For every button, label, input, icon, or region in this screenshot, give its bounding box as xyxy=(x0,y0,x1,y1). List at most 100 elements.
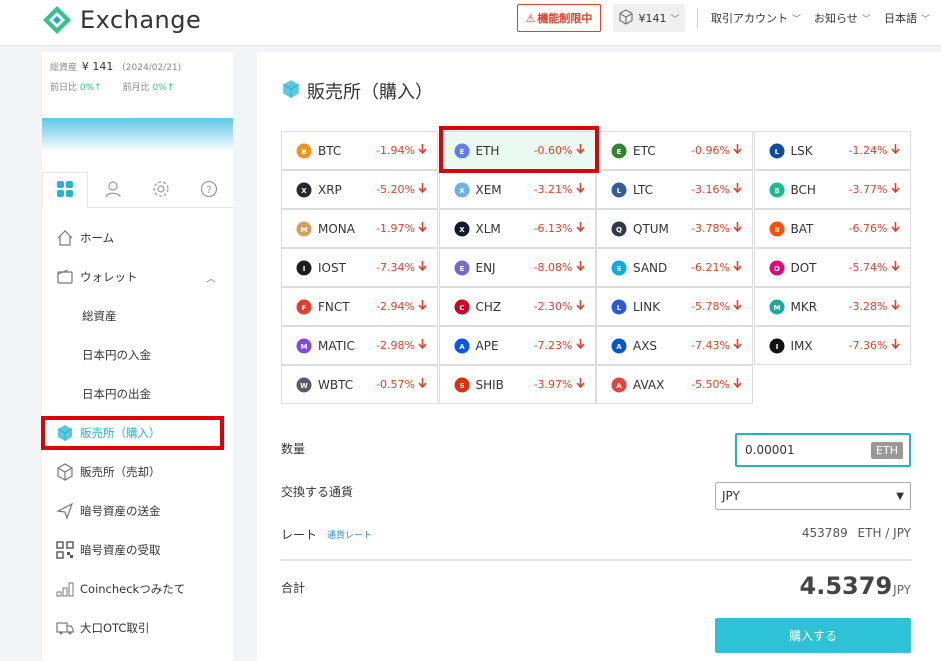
coin-change-value: -3.21% xyxy=(533,183,573,196)
coin-cell-fnct[interactable]: F FNCT -2.94% xyxy=(281,287,438,326)
total-amount: 4.5379 JPY xyxy=(800,572,911,600)
menu-language[interactable]: 日本語 ﹀ xyxy=(884,10,930,26)
btc-icon: B xyxy=(296,143,312,159)
menu-notifications[interactable]: お知らせ ﹀ xyxy=(814,10,871,26)
currency-select[interactable]: JPY ▼ xyxy=(715,482,911,510)
coin-cell-mona[interactable]: M MONA -1.97% xyxy=(281,209,438,248)
day-change-label: 前日比 xyxy=(50,83,78,93)
arrow-down-icon xyxy=(890,222,900,235)
coin-symbol: ENJ xyxy=(475,260,496,275)
tab-settings[interactable] xyxy=(138,172,184,208)
iost-icon: I xyxy=(296,260,312,276)
rate-link[interactable]: 通貨レート xyxy=(327,528,372,541)
coin-cell-xrp[interactable]: X XRP -5.20% xyxy=(281,170,438,209)
coin-change-value: -2.98% xyxy=(376,339,415,352)
ape-icon: A xyxy=(454,338,470,354)
coin-cell-wbtc[interactable]: W WBTC -0.57% xyxy=(281,365,438,404)
arrow-down-icon xyxy=(733,222,742,235)
sand-icon: S xyxy=(611,260,627,276)
top-header: Exchange ⚠ 機能制限中 ¥141 ﹀ 取引アカウント ﹀ お知らせ ﹀… xyxy=(0,0,941,46)
coin-cell-dot[interactable]: D DOT -5.74% xyxy=(753,248,911,287)
coin-cell-mkr[interactable]: M MKR -3.28% xyxy=(753,287,911,326)
restriction-warning-button[interactable]: ⚠ 機能制限中 xyxy=(517,4,601,32)
day-change-value: 0%↑ xyxy=(79,83,102,93)
coin-cell-shib[interactable]: S SHIB -3.97% xyxy=(438,365,596,404)
sidebar-item-crypto-send[interactable]: 暗号資産の送金 xyxy=(42,493,233,529)
qtum-icon: Q xyxy=(611,221,627,237)
sidebar-item-wallet[interactable]: ウォレット ︿ xyxy=(42,259,233,295)
coin-symbol: FNCT xyxy=(318,299,350,314)
coin-cell-ape[interactable]: A APE -7.23% xyxy=(438,326,596,365)
menu-label: 取引アカウント xyxy=(711,12,788,25)
tab-account[interactable] xyxy=(90,172,136,208)
svg-text:L: L xyxy=(617,304,622,312)
sidebar-item-label: 総資産 xyxy=(82,309,117,323)
sidebar-item-label: 日本円の出金 xyxy=(82,387,151,401)
coin-cell-lsk[interactable]: L LSK -1.24% xyxy=(753,131,911,170)
sidebar-item-label: 暗号資産の送金 xyxy=(80,504,161,518)
coin-change: -0.96% xyxy=(691,144,742,157)
sidebar-item-jpy-deposit[interactable]: 日本円の入金 xyxy=(42,337,233,373)
total-currency: JPY xyxy=(893,583,911,597)
coin-cell-xem[interactable]: X XEM -3.21% xyxy=(438,170,596,209)
sidebar-item-crypto-receive[interactable]: 暗号資産の受取 xyxy=(42,532,233,568)
sidebar-item-otc[interactable]: 大口OTC取引 xyxy=(42,610,233,646)
coin-cell-xlm[interactable]: X XLM -6.13% xyxy=(438,209,596,248)
quantity-input[interactable]: 0.00001 ETH xyxy=(735,433,911,467)
coin-cell-axs[interactable]: A AXS -7.43% xyxy=(596,326,753,365)
balance-dropdown[interactable]: ¥141 ﹀ xyxy=(613,4,685,32)
coin-cell-ltc[interactable]: L LTC -3.16% xyxy=(596,170,753,209)
coin-change: -2.98% xyxy=(376,339,427,352)
coin-symbol: SAND xyxy=(633,260,668,275)
coin-cell-link[interactable]: L LINK -5.78% xyxy=(596,287,753,326)
coin-cell-btc[interactable]: B BTC -1.94% xyxy=(281,131,438,170)
xlm-icon: X xyxy=(454,221,470,237)
home-icon xyxy=(56,229,74,247)
buy-button[interactable]: 購入する xyxy=(715,618,911,653)
coin-cell-bch[interactable]: B BCH -3.77% xyxy=(753,170,911,209)
svg-text:B: B xyxy=(301,148,306,156)
coin-cell-sand[interactable]: S SAND -6.21% xyxy=(596,248,753,287)
enj-icon: E xyxy=(454,260,470,276)
currency-selected: JPY xyxy=(722,489,740,503)
menu-label: 日本語 xyxy=(884,12,917,25)
coin-change: -5.20% xyxy=(376,183,427,196)
arrow-down-icon xyxy=(575,222,585,235)
coin-cell-imx[interactable]: I IMX -7.36% xyxy=(753,326,911,365)
matic-icon: M xyxy=(296,338,312,354)
sidebar-item-total-assets[interactable]: 総資産 xyxy=(42,298,233,334)
svg-text:S: S xyxy=(616,265,621,273)
tab-help[interactable]: ? xyxy=(186,172,232,208)
sidebar-item-sell[interactable]: 販売所（売却） xyxy=(42,454,233,490)
menu-trade-account[interactable]: 取引アカウント ﹀ xyxy=(711,10,801,26)
coin-cell-avax[interactable]: A AVAX -5.50% xyxy=(596,365,753,404)
total-value: 4.5379 xyxy=(799,572,893,600)
main-panel: 販売所（購入） B BTC -1.94% E ETH -0.60% E ETC -0.96% L L… xyxy=(257,52,941,661)
tab-menu[interactable] xyxy=(42,172,88,208)
arrow-down-icon xyxy=(575,378,585,391)
sidebar-item-jpy-withdraw[interactable]: 日本円の出金 xyxy=(42,376,233,412)
coin-symbol: LSK xyxy=(790,143,813,158)
coin-cell-bat[interactable]: B BAT -6.76% xyxy=(753,209,911,248)
coin-change-value: -1.97% xyxy=(376,222,415,235)
coin-cell-chz[interactable]: C CHZ -2.30% xyxy=(438,287,596,326)
coin-cell-matic[interactable]: M MATIC -2.98% xyxy=(281,326,438,365)
coin-cell-qtum[interactable]: Q QTUM -3.78% xyxy=(596,209,753,248)
logo[interactable]: Exchange xyxy=(42,4,201,36)
mona-icon: M xyxy=(296,221,312,237)
sidebar-item-home[interactable]: ホーム xyxy=(42,220,233,256)
quantity-unit: ETH xyxy=(871,441,903,459)
coin-change: -3.16% xyxy=(691,183,742,196)
coin-cell-etc[interactable]: E ETC -0.96% xyxy=(596,131,753,170)
coin-cell-enj[interactable]: E ENJ -8.08% xyxy=(438,248,596,287)
coin-cell-iost[interactable]: I IOST -7.34% xyxy=(281,248,438,287)
sidebar-item-tsumitate[interactable]: Coincheckつみたて xyxy=(42,571,233,607)
fnct-icon: F xyxy=(296,299,312,315)
arrow-down-icon xyxy=(418,300,427,313)
quantity-value: 0.00001 xyxy=(745,443,795,457)
coin-change: -1.24% xyxy=(849,144,900,157)
coin-change-value: -5.78% xyxy=(691,300,730,313)
gear-icon xyxy=(152,180,170,201)
chevron-down-icon: ﹀ xyxy=(921,14,931,25)
coin-change-value: -6.13% xyxy=(533,222,573,235)
